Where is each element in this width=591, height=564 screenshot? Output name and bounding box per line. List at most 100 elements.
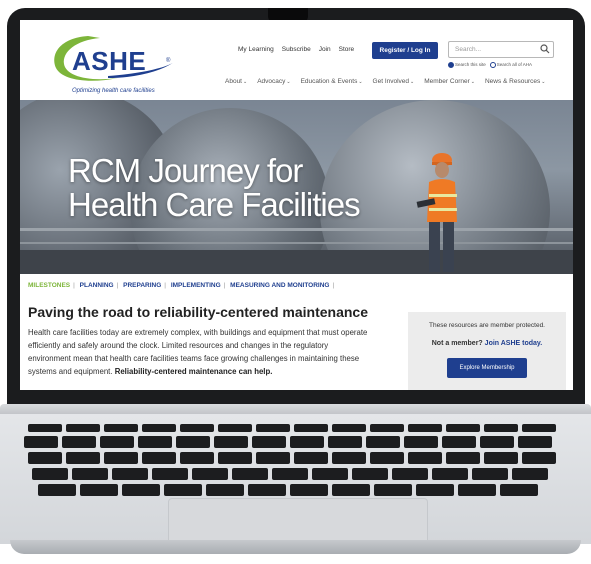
nav-member-corner[interactable]: Member Corner⌄ [424, 78, 475, 85]
keyboard-key [72, 468, 108, 480]
membership-panel: These resources are member protected. No… [408, 312, 566, 390]
intro-emphasis: Reliability-centered maintenance can hel… [114, 367, 273, 376]
link-store[interactable]: Store [339, 46, 355, 53]
keyboard-key [408, 452, 442, 464]
keyboard-key [104, 424, 138, 432]
keyboard-key [32, 468, 68, 480]
tab-milestones[interactable]: MILESTONES [28, 282, 70, 289]
laptop-frame: ASHE ® Optimizing health care facilities… [0, 0, 591, 564]
membership-cta: Not a member? Join ASHE today. [431, 340, 543, 347]
logo-text: ASHE [72, 46, 147, 76]
keyboard-key [328, 436, 362, 448]
keyboard-key [142, 452, 176, 464]
keyboard-key [366, 436, 400, 448]
keyboard-key [176, 436, 210, 448]
registered-mark: ® [166, 58, 171, 64]
search-icon[interactable] [540, 44, 550, 54]
keyboard-key [484, 424, 518, 432]
register-login-button[interactable]: Register / Log In [372, 42, 438, 59]
hero-image-railing [20, 242, 573, 244]
logo-tagline: Optimizing health care facilities [72, 88, 155, 94]
keyboard-key [416, 484, 454, 496]
keyboard-key [290, 484, 328, 496]
keyboard-key [112, 468, 148, 480]
nav-get-involved[interactable]: Get Involved⌄ [373, 78, 415, 85]
chevron-down-icon: ⌄ [470, 79, 475, 85]
nav-advocacy[interactable]: Advocacy⌄ [257, 78, 290, 85]
search-input[interactable]: Search... [448, 41, 554, 58]
member-protected-note: These resources are member protected. [429, 322, 545, 329]
join-ashe-link[interactable]: Join ASHE today. [485, 340, 543, 347]
nav-about[interactable]: About⌄ [225, 78, 247, 85]
keyboard-key [180, 452, 214, 464]
radio-search-aha[interactable]: Search all of AHA [489, 62, 532, 68]
keyboard-key [192, 468, 228, 480]
hero-title: RCM Journey for Health Care Facilities [68, 152, 361, 223]
keyboard-key [458, 484, 496, 496]
keyboard-key [408, 424, 442, 432]
keyboard-key [484, 452, 518, 464]
keyboard-key [28, 452, 62, 464]
trackpad [168, 498, 428, 544]
link-my-learning[interactable]: My Learning [238, 46, 274, 53]
tab-preparing[interactable]: PREPARING [123, 282, 161, 289]
keyboard-key [214, 436, 248, 448]
keyboard-key [142, 424, 176, 432]
keyboard-key [290, 436, 324, 448]
tab-measuring-monitoring[interactable]: MEASURING AND MONITORING [230, 282, 329, 289]
nav-education-events[interactable]: Education & Events⌄ [301, 78, 363, 85]
keyboard-key [218, 452, 252, 464]
keyboard-key [62, 436, 96, 448]
link-join[interactable]: Join [319, 46, 331, 53]
keyboard-key [512, 468, 548, 480]
keyboard-key [332, 484, 370, 496]
keyboard-key [522, 424, 556, 432]
keyboard-key [500, 484, 538, 496]
keyboard-key [256, 424, 290, 432]
keyboard-key [404, 436, 438, 448]
radio-search-site[interactable]: Search this site [448, 62, 486, 68]
keyboard-key [66, 424, 100, 432]
laptop-front-edge [10, 540, 581, 554]
ashe-logo[interactable]: ASHE ® Optimizing health care facilities [48, 32, 178, 94]
keyboard-key [180, 424, 214, 432]
keyboard [24, 424, 572, 498]
keyboard-key [232, 468, 268, 480]
keyboard-key [272, 468, 308, 480]
keyboard-key [248, 484, 286, 496]
keyboard-key [374, 484, 412, 496]
explore-membership-button[interactable]: Explore Membership [447, 358, 527, 378]
page-heading: Paving the road to reliability-centered … [28, 304, 368, 320]
link-subscribe[interactable]: Subscribe [282, 46, 311, 53]
keyboard-key [446, 424, 480, 432]
search-scope: Search this site Search all of AHA [448, 62, 532, 68]
keyboard-key [104, 452, 138, 464]
tab-planning[interactable]: PLANNING [80, 282, 114, 289]
chevron-down-icon: ⌄ [410, 79, 415, 85]
tab-implementing[interactable]: IMPLEMENTING [171, 282, 221, 289]
chevron-down-icon: ⌄ [358, 79, 363, 85]
keyboard-key [152, 468, 188, 480]
keyboard-key [472, 468, 508, 480]
hero-image-railing [20, 228, 573, 231]
keyboard-key [28, 424, 62, 432]
keyboard-key [442, 436, 476, 448]
browser-viewport: ASHE ® Optimizing health care facilities… [20, 20, 573, 390]
keyboard-key [122, 484, 160, 496]
keyboard-key [392, 468, 428, 480]
main-nav: About⌄ Advocacy⌄ Education & Events⌄ Get… [225, 78, 545, 85]
keyboard-key [446, 452, 480, 464]
keyboard-key [518, 436, 552, 448]
utility-links: My Learning Subscribe Join Store [238, 46, 354, 53]
chevron-down-icon: ⌄ [243, 79, 248, 85]
nav-news-resources[interactable]: News & Resources⌄ [485, 78, 545, 85]
keyboard-key [206, 484, 244, 496]
chevron-down-icon: ⌄ [541, 79, 546, 85]
keyboard-key [138, 436, 172, 448]
keyboard-key [312, 468, 348, 480]
keyboard-key [218, 424, 252, 432]
keyboard-key [294, 424, 328, 432]
keyboard-key [332, 452, 366, 464]
keyboard-key [66, 452, 100, 464]
hero-image-floor [20, 250, 573, 274]
